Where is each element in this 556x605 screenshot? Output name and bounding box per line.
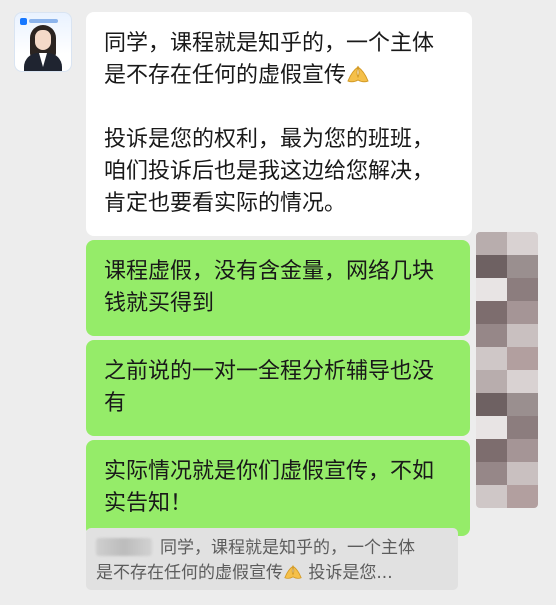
mosaic-tile: [507, 462, 538, 485]
outgoing-message-text: 课程虚假，没有含金量，网络几块钱就买得到: [104, 259, 435, 316]
mosaic-tile: [507, 439, 538, 462]
quoted-message[interactable]: 同学，课程就是知乎的，一个主体 是不存在任何的虚假宣传 投诉是您...: [86, 528, 458, 590]
mosaic-tile: [507, 393, 538, 416]
mosaic-tile: [507, 255, 538, 278]
mosaic-tile: [476, 232, 507, 255]
outgoing-message-text: 之前说的一对一全程分析辅导也没有: [104, 359, 435, 416]
mosaic-tile: [507, 485, 538, 508]
mosaic-tile: [476, 485, 507, 508]
quoted-line-2: 是不存在任何的虚假宣传 投诉是您...: [96, 563, 393, 583]
palms-together-emoji-icon: [284, 565, 302, 579]
mosaic-tile: [476, 324, 507, 347]
mosaic-tile: [476, 393, 507, 416]
mosaic-tile: [476, 347, 507, 370]
mosaic-tile: [507, 324, 538, 347]
blurred-user-avatar: [476, 232, 538, 508]
quoted-line-1: 同学，课程就是知乎的，一个主体: [96, 536, 448, 561]
agent-avatar[interactable]: [14, 12, 72, 72]
mosaic-tile: [476, 416, 507, 439]
mosaic-tile: [507, 278, 538, 301]
outgoing-message-text: 实际情况就是你们虚假宣传，不如实告知！: [104, 459, 435, 516]
incoming-message-bubble[interactable]: 同学，课程就是知乎的，一个主体是不存在任何的虚假宣传 投诉是您的权利，最为您的班…: [86, 12, 472, 236]
outgoing-message-bubble[interactable]: 课程虚假，没有含金量，网络几块钱就买得到: [86, 240, 470, 336]
mosaic-tile: [476, 278, 507, 301]
brand-logo-icon: [20, 17, 58, 25]
blurred-sender-name: [96, 538, 152, 556]
mosaic-tile: [507, 347, 538, 370]
mosaic-tile: [507, 416, 538, 439]
avatar-face: [35, 30, 51, 50]
outgoing-message-bubble[interactable]: 之前说的一对一全程分析辅导也没有: [86, 340, 470, 436]
outgoing-message-bubble[interactable]: 实际情况就是你们虚假宣传，不如实告知！: [86, 440, 470, 536]
mosaic-tile: [507, 232, 538, 255]
mosaic-tile: [476, 462, 507, 485]
mosaic-tile: [507, 301, 538, 324]
mosaic-tile: [476, 439, 507, 462]
incoming-message-text-1: 同学，课程就是知乎的，一个主体是不存在任何的虚假宣传: [104, 31, 435, 88]
mosaic-tile: [476, 301, 507, 324]
incoming-message-text-2: 投诉是您的权利，最为您的班班，咱们投诉后也是我这边给您解决，肯定也要看实际的情况…: [104, 127, 435, 216]
palms-together-emoji-icon: [347, 65, 369, 83]
mosaic-tile: [507, 370, 538, 393]
mosaic-tile: [476, 255, 507, 278]
mosaic-tile: [476, 370, 507, 393]
